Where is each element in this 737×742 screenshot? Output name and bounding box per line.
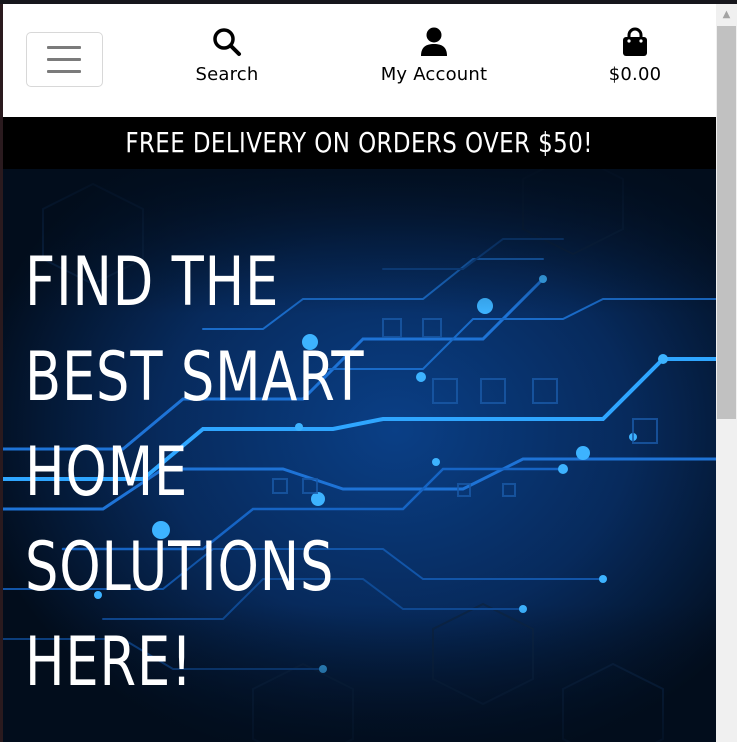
hero-title: FIND THE BEST SMART HOME SOLUTIONS HERE! — [25, 235, 364, 710]
hero-title-line: BEST SMART — [25, 338, 365, 417]
promo-text: FREE DELIVERY ON ORDERS OVER $50! — [125, 126, 594, 159]
my-account-label: My Account — [380, 64, 488, 85]
shopping-bag-icon — [623, 27, 647, 56]
menu-toggle-button[interactable] — [26, 32, 103, 87]
scroll-up-arrow-icon[interactable]: ▲ — [716, 4, 737, 26]
search-link[interactable]: Search — [193, 26, 261, 85]
hero-title-line: FIND THE — [25, 243, 280, 322]
cart-link[interactable]: $0.00 — [603, 26, 667, 85]
hero-title-line: SOLUTIONS — [25, 528, 335, 607]
vertical-scrollbar[interactable]: ▲ — [716, 4, 737, 742]
scroll-thumb[interactable] — [717, 26, 736, 419]
hero-title-line: HERE! — [25, 623, 193, 702]
hero-section: FIND THE BEST SMART HOME SOLUTIONS HERE! — [3, 169, 716, 742]
user-icon — [421, 27, 447, 56]
promo-banner: FREE DELIVERY ON ORDERS OVER $50! — [3, 117, 716, 169]
site-header: Search My Account $0.00 — [3, 4, 716, 117]
search-label: Search — [195, 64, 259, 85]
hero-title-line: HOME — [25, 433, 189, 512]
cart-total: $0.00 — [608, 64, 662, 85]
search-icon — [213, 28, 241, 56]
my-account-link[interactable]: My Account — [379, 26, 489, 85]
page-viewport: Search My Account $0.00 FREE DELIVERY ON… — [3, 4, 716, 742]
